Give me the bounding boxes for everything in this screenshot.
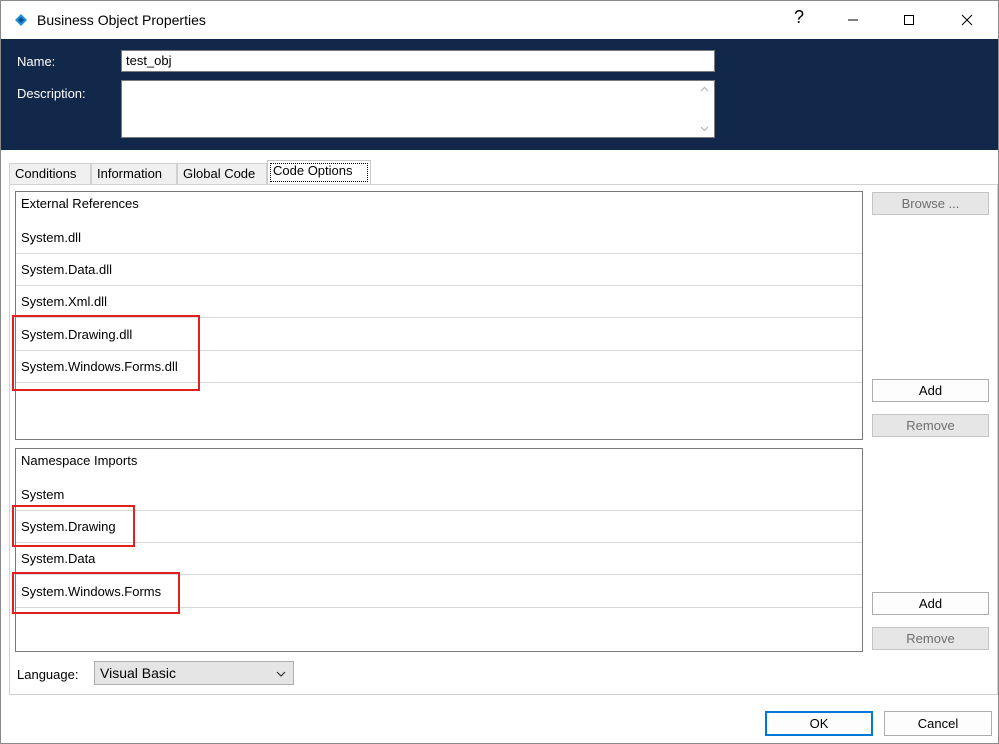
properties-header: Name: test_obj Description: bbox=[1, 39, 998, 150]
add-reference-button[interactable]: Add bbox=[872, 379, 989, 402]
list-item[interactable]: System bbox=[16, 479, 862, 511]
add-import-button[interactable]: Add bbox=[872, 592, 989, 615]
highlight-box bbox=[12, 315, 200, 391]
close-button[interactable] bbox=[939, 1, 995, 39]
namespace-imports-header: Namespace Imports bbox=[21, 453, 138, 468]
tab-global-code[interactable]: Global Code bbox=[177, 163, 267, 184]
name-label: Name: bbox=[17, 54, 56, 69]
browse-button[interactable]: Browse ... bbox=[872, 192, 989, 215]
highlight-box bbox=[12, 505, 135, 547]
namespace-imports-list[interactable]: Namespace Imports System System.Drawing … bbox=[15, 448, 863, 652]
minimize-button[interactable] bbox=[825, 1, 881, 39]
cancel-button[interactable]: Cancel bbox=[884, 711, 992, 736]
scroll-down-icon[interactable] bbox=[699, 123, 710, 134]
maximize-button[interactable] bbox=[881, 1, 937, 39]
chevron-down-icon bbox=[276, 671, 286, 677]
tab-information[interactable]: Information bbox=[91, 163, 177, 184]
remove-import-button[interactable]: Remove bbox=[872, 627, 989, 650]
maximize-icon bbox=[904, 15, 914, 25]
close-icon bbox=[961, 14, 973, 26]
description-scrollbar[interactable] bbox=[696, 82, 713, 136]
list-item[interactable]: System.Xml.dll bbox=[16, 286, 862, 318]
minimize-icon bbox=[848, 19, 858, 21]
ok-button[interactable]: OK bbox=[765, 711, 873, 736]
language-value: Visual Basic bbox=[100, 665, 177, 681]
window-title: Business Object Properties bbox=[37, 12, 206, 28]
help-button[interactable]: ? bbox=[771, 0, 827, 36]
list-item[interactable]: System.Data bbox=[16, 543, 862, 575]
description-input[interactable] bbox=[121, 80, 715, 138]
blue-prism-app-icon bbox=[15, 14, 27, 26]
tab-conditions[interactable]: Conditions bbox=[9, 163, 91, 184]
language-label: Language: bbox=[17, 667, 79, 682]
description-label: Description: bbox=[17, 86, 86, 101]
tab-code-options[interactable]: Code Options bbox=[267, 160, 371, 185]
language-select[interactable]: Visual Basic bbox=[94, 661, 294, 685]
list-item[interactable]: System.dll bbox=[16, 222, 862, 254]
business-object-properties-window: Business Object Properties ? Name: test_… bbox=[0, 0, 999, 744]
remove-reference-button[interactable]: Remove bbox=[872, 414, 989, 437]
list-item[interactable]: System.Drawing bbox=[16, 511, 862, 543]
title-bar: Business Object Properties ? bbox=[1, 1, 998, 39]
name-input[interactable]: test_obj bbox=[121, 50, 715, 72]
external-references-header: External References bbox=[21, 196, 139, 211]
scroll-up-icon[interactable] bbox=[699, 84, 710, 95]
list-item[interactable]: System.Data.dll bbox=[16, 254, 862, 286]
highlight-box bbox=[12, 572, 180, 614]
